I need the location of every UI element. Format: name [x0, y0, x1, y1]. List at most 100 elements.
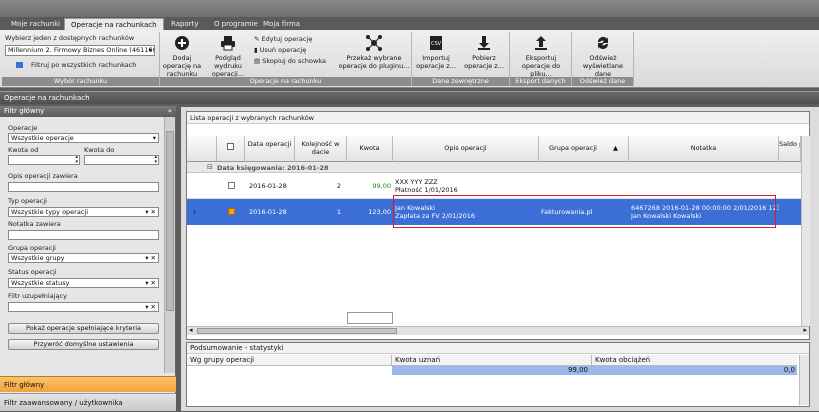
scroll-left-icon[interactable]: ◂ — [189, 326, 193, 334]
download-arrow-icon — [478, 36, 490, 50]
row-date: 2016-01-28 — [249, 208, 287, 216]
clear-dropdown-icon[interactable]: ▾ ✕ — [145, 279, 156, 287]
group-caption: Dane zewnętrzne — [412, 77, 509, 86]
hscroll-thumb[interactable] — [197, 328, 397, 334]
summary-col-uznan[interactable]: Kwota uznań — [392, 355, 592, 366]
sort-asc-icon: ▲ — [612, 144, 618, 152]
collapse-group-icon[interactable]: ⊟ — [207, 163, 213, 171]
status-value: Wszystkie statusy — [11, 279, 70, 287]
scroll-right-icon[interactable]: ▸ — [803, 326, 807, 334]
opis-input[interactable] — [8, 182, 159, 192]
grid-caption: Lista operacji z wybranych rachunków — [187, 112, 809, 124]
row-desc-line1: XXX YYY ZZZ — [395, 178, 438, 186]
add-operation-label: Dodaj operację na rachunku — [162, 54, 202, 78]
filter-tab-advanced[interactable]: Filtr zaawansowany / użytkownika — [0, 393, 176, 411]
printer-icon — [221, 36, 235, 51]
refresh-button[interactable]: Odśwież wyświetlane dane — [574, 35, 632, 78]
delete-operation-button[interactable]: ▮ Usuń operację — [254, 46, 306, 54]
select-all-header[interactable] — [217, 136, 245, 162]
row-order: 2 — [336, 182, 341, 190]
filtr-uzup-select[interactable]: ▾ ✕ — [8, 302, 159, 312]
row-desc-line2: Płatność 1/01/2016 — [395, 186, 458, 194]
opis-label: Opis operacji zawiera — [8, 172, 78, 180]
row-date: 2016-01-28 — [249, 182, 287, 190]
spinner-icon[interactable]: ▴ ▾ — [154, 156, 157, 164]
status-select[interactable]: Wszystkie statusy ▾ ✕ — [8, 278, 159, 288]
operacje-value: Wszystkie operacje — [11, 134, 74, 142]
status-label: Status operacji — [8, 268, 57, 276]
tab-moja-firma[interactable]: Moja firma — [257, 18, 306, 30]
col-opis[interactable]: Opis operacji — [393, 136, 539, 162]
row-checkbox[interactable] — [228, 208, 235, 215]
add-operation-button[interactable]: Dodaj operację na rachunku — [162, 35, 202, 78]
summary-col-obciazen[interactable]: Kwota obciążeń — [592, 355, 797, 366]
pencil-icon: ✎ — [254, 35, 262, 43]
summary-col-group[interactable]: Wg grupy operacji — [187, 355, 392, 366]
tab-operacje[interactable]: Operacje na rachunkach — [64, 18, 164, 30]
grid-horizontal-scrollbar[interactable]: ◂ ▸ — [187, 326, 809, 335]
summary-scrollbar[interactable] — [799, 355, 809, 405]
scrollbar-thumb[interactable] — [166, 131, 174, 311]
row-checkbox[interactable] — [228, 182, 235, 189]
row-order: 1 — [336, 208, 341, 216]
typ-label: Typ operacji — [8, 197, 47, 205]
group-row[interactable]: ⊟ Data księgowania: 2016-01-28 — [187, 162, 801, 173]
col-kwota[interactable]: Kwota — [347, 136, 393, 162]
row-amount: 123,00 — [368, 208, 391, 216]
clear-dropdown-icon[interactable]: ▾ ✕ — [145, 303, 156, 311]
fetch-button[interactable]: Pobierz operacje z... — [462, 35, 506, 70]
col-data[interactable]: Data operacji — [245, 136, 295, 162]
col-saldo[interactable]: Saldo po operacji — [779, 136, 801, 162]
grupa-select[interactable]: Wszystkie grupy ▾ ✕ — [8, 253, 159, 263]
clear-dropdown-icon[interactable]: ▾ ✕ — [145, 208, 156, 216]
spinner-icon[interactable]: ▴ ▾ — [75, 156, 78, 164]
group-caption: Eksport danych — [510, 77, 571, 86]
col-grupa[interactable]: Grupa operacji ▲ — [539, 136, 629, 162]
summary-uznan-value: 99,00 — [392, 366, 592, 375]
edit-operation-label: Edytuj operację — [261, 35, 313, 43]
group-caption: Odśwież dane — [572, 77, 633, 86]
print-preview-label: Podgląd wydruku operacji... — [211, 54, 245, 78]
typ-select[interactable]: Wszystkie typy operacji ▾ ✕ — [8, 207, 159, 217]
kwota-do-input[interactable]: ▴ ▾ — [84, 155, 159, 165]
select-all-checkbox[interactable] — [227, 143, 234, 150]
account-select[interactable]: Millennium 2. Firmowy Biznes Online (461… — [5, 45, 155, 56]
collapse-icon[interactable]: « — [168, 106, 172, 117]
plugin-network-icon — [366, 35, 382, 51]
ribbon: Wybierz jeden z dostępnych rachunków Mil… — [0, 30, 819, 88]
tab-o-programie[interactable]: O programie — [208, 18, 264, 30]
export-label: Eksportuj operacje do pliku... — [521, 54, 561, 78]
grid-vertical-scrollbar[interactable] — [801, 136, 810, 326]
group-caption: Wybór rachunku — [2, 77, 159, 86]
filter-all-accounts[interactable]: Filtruj po wszystkich rachunkach — [16, 61, 136, 69]
filter-panel-header: Filtr główny « — [0, 106, 176, 117]
show-operations-button[interactable]: Pokaż operacje spełniające kryteria — [8, 323, 159, 334]
filter-tab-main[interactable]: Filtr główny — [0, 376, 176, 392]
notatka-input[interactable] — [8, 230, 159, 240]
kwota-do-label: Kwota do — [84, 146, 115, 154]
reset-defaults-button[interactable]: Przywróć domyślne ustawienia — [8, 339, 159, 350]
summary-obciazen-value: 0,0 — [592, 366, 797, 375]
import-button[interactable]: CSV Importuj operacje z... — [414, 35, 458, 70]
group-accounts: Wybierz jeden z dostępnych rachunków Mil… — [2, 32, 160, 86]
tab-moje-rachunki[interactable]: Moje rachunki — [5, 18, 66, 30]
print-preview-button[interactable]: Podgląd wydruku operacji... — [206, 35, 250, 78]
inline-editor[interactable] — [347, 312, 393, 324]
clear-dropdown-icon[interactable]: ▾ ✕ — [145, 254, 156, 262]
pass-to-plugin-button[interactable]: Przekaż wybrane operacje do pluginu... — [338, 35, 410, 70]
edit-operation-button[interactable]: ✎ Edytuj operację — [254, 35, 312, 43]
col-notatka[interactable]: Notatka — [629, 136, 779, 162]
export-button[interactable]: Eksportuj operacje do pliku... — [512, 35, 570, 78]
account-select-value: Millennium 2. Firmowy Biznes Online (461… — [8, 46, 155, 54]
csv-file-icon: CSV — [430, 36, 442, 50]
filter-scrollbar[interactable] — [164, 117, 175, 373]
chevron-down-icon: ▾ — [152, 134, 156, 142]
delete-operation-label: Usuń operację — [259, 46, 307, 54]
kwota-od-input[interactable]: ▴ ▾ — [8, 155, 80, 165]
svg-text:CSV: CSV — [431, 41, 442, 47]
tab-raporty[interactable]: Raporty — [165, 18, 205, 30]
group-external-data: CSV Importuj operacje z... Pobierz opera… — [412, 32, 510, 86]
col-kolejnosc[interactable]: Kolejność w dacie — [295, 136, 347, 162]
operacje-select[interactable]: Wszystkie operacje ▾ — [8, 133, 159, 143]
copy-clipboard-button[interactable]: ▤ Skopiuj do schowka — [254, 57, 326, 65]
